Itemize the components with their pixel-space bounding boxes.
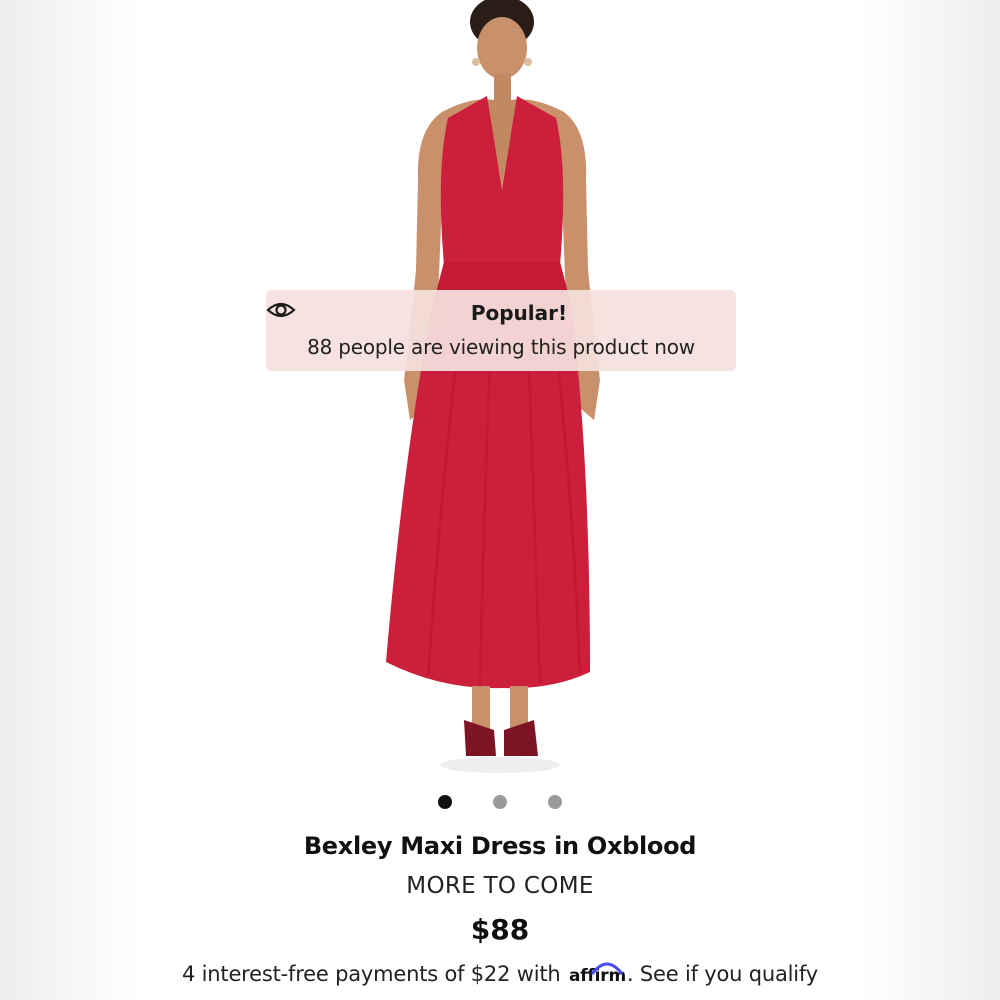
popular-banner: Popular! 88 people are viewing this prod… — [266, 290, 736, 371]
carousel-dot-2[interactable] — [493, 795, 507, 809]
installment-info: 4 interest-free payments of $22 with aff… — [122, 962, 878, 986]
product-image[interactable]: Popular! 88 people are viewing this prod… — [142, 0, 858, 780]
brand-name[interactable]: MORE TO COME — [142, 873, 858, 899]
page: Popular! 88 people are viewing this prod… — [0, 0, 1000, 1000]
carousel-dot-3[interactable] — [548, 795, 562, 809]
eye-icon — [266, 302, 465, 323]
installment-prefix: 4 interest-free payments of $22 with — [182, 962, 561, 986]
affirm-arc-icon — [590, 962, 624, 975]
qualify-link[interactable]: . See if you qualify — [627, 962, 818, 986]
product-price: $88 — [470, 913, 530, 946]
carousel-dots — [142, 795, 858, 809]
popular-title: Popular! — [470, 301, 568, 325]
carousel-dot-1[interactable] — [438, 795, 452, 809]
product-card: Popular! 88 people are viewing this prod… — [142, 0, 858, 1000]
model-photo — [386, 0, 600, 773]
popular-title-row: Popular! — [266, 300, 736, 326]
affirm-logo: affirm — [569, 962, 626, 986]
product-title: Bexley Maxi Dress in Oxblood — [303, 832, 697, 860]
viewer-count-message: 88 people are viewing this product now — [307, 335, 695, 359]
